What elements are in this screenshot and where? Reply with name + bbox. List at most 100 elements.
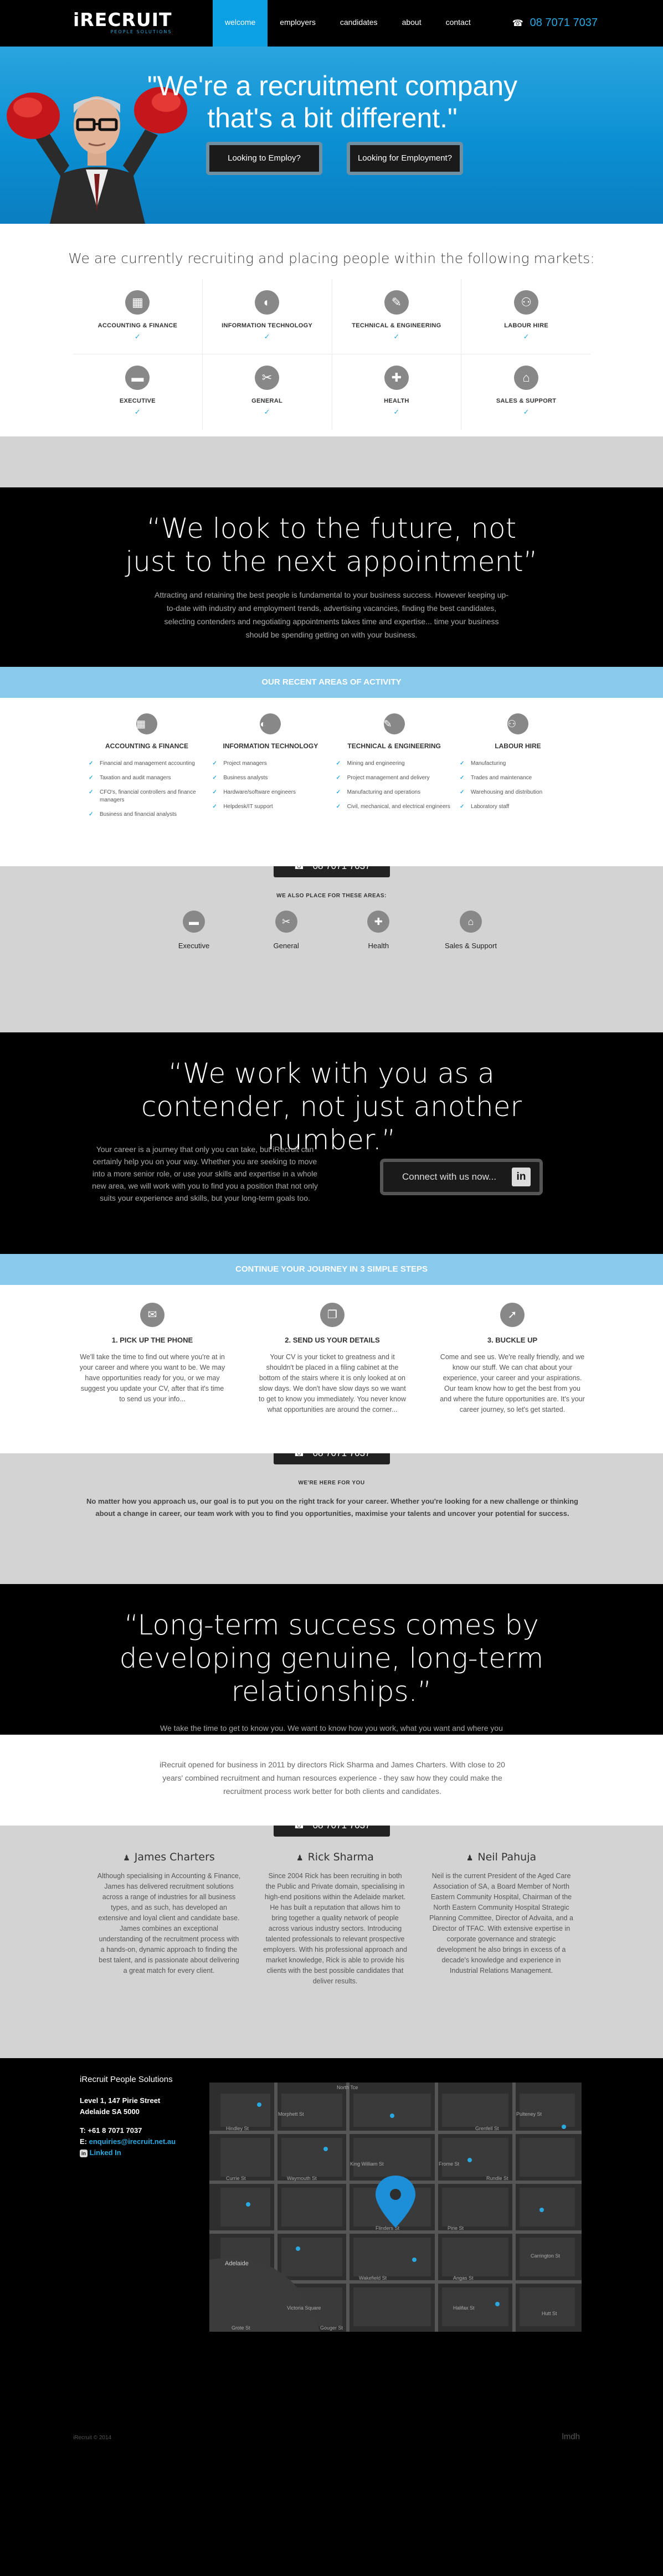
footer-linkedin-link[interactable]: Linked In (90, 2148, 121, 2157)
map-label: Pulteney St (516, 2111, 542, 2117)
map-label: Hutt St (542, 2311, 557, 2316)
area-column-accounting: ▦ ACCOUNTING & FINANCE Financial and man… (89, 713, 205, 825)
also-label: General (273, 942, 299, 950)
nav-employers[interactable]: employers (268, 0, 328, 47)
steps-section: ✉ 1. PICK UP THE PHONE We'll take the time… (0, 1285, 663, 1453)
area-item: Hardware/software engineers (212, 789, 328, 796)
nav-candidates[interactable]: candidates (328, 0, 390, 47)
map-label: North Tce (337, 2085, 358, 2090)
nav-welcome[interactable]: welcome (213, 0, 268, 47)
company-name: iRecruit People Solutions (80, 2075, 173, 2084)
markets-heading: We are currently recruiting and placing … (68, 250, 595, 266)
step-text: Come and see us. We're really friendly, … (440, 1353, 585, 1413)
connect-linkedin-button[interactable]: Connect with us now... in (380, 1159, 543, 1195)
person-icon: ♟ (123, 1854, 130, 1863)
footer-phone[interactable]: T: +61 8 7071 7037 (80, 2125, 176, 2136)
area-item: Civil, mechanical, and electrical engine… (336, 803, 453, 811)
area-item: Business analysts (212, 774, 328, 782)
mouse-icon: ◐ (260, 713, 281, 734)
area-column-title: LABOUR HIRE (495, 742, 541, 750)
footer-email-link[interactable]: enquiries@irecruit.net.au (89, 2137, 176, 2146)
map-label: Rundle St (486, 2176, 508, 2181)
also-executive[interactable]: ▬ Executive (161, 911, 227, 950)
market-label: INFORMATION TECHNOLOGY (222, 322, 313, 329)
phone-number: 08 7071 7037 (313, 1826, 371, 1831)
phone-button[interactable]: ☎ 08 7071 7037 (274, 1453, 390, 1464)
team-member-neil: ♟ Neil Pahuja Neil is the current Presiden… (429, 1851, 573, 1987)
address-line-1: Level 1, 147 Pirie Street (80, 2096, 161, 2105)
market-information-technology[interactable]: ◐ INFORMATION TECHNOLOGY ✓ (202, 279, 332, 354)
step-title: 1. PICK UP THE PHONE (111, 1336, 193, 1344)
person-icon: ♟ (296, 1854, 304, 1863)
hero-title: "We're a recruitment company that's a bi… (147, 70, 518, 133)
markets-section: We are currently recruiting and placing … (0, 224, 663, 436)
rocket-icon: ➚ (500, 1303, 525, 1327)
markets-grid: ▦ ACCOUNTING & FINANCE ✓ ◐ INFORMATION TECH… (73, 279, 591, 430)
check-icon: ✓ (393, 332, 400, 341)
looking-to-employ-button[interactable]: Looking to Employ? (206, 142, 322, 175)
phone-button[interactable]: ☎ 08 7071 7037 (274, 866, 390, 877)
map-graphic: North Tce Rundle St Grenfell St Pirie St… (209, 2083, 582, 2332)
map-label: Angas St (453, 2275, 474, 2281)
logo-text: iRECRUIT (73, 9, 172, 30)
market-general[interactable]: ✂ GENERAL ✓ (203, 354, 332, 430)
connect-label: Connect with us now... (402, 1171, 497, 1182)
check-icon: ✓ (264, 408, 270, 416)
looking-for-employment-button[interactable]: Looking for Employment? (347, 142, 463, 175)
team-member-rick: ♟ Rick Sharma Since 2004 Rick has been rec… (263, 1851, 407, 1987)
check-icon: ✓ (393, 408, 400, 416)
market-health[interactable]: ✚ HEALTH ✓ (332, 354, 462, 430)
also-place-heading: WE ALSO PLACE FOR THESE AREAS: (276, 893, 387, 899)
member-name: James Charters (134, 1851, 215, 1863)
also-health[interactable]: ✚ Health (345, 911, 412, 950)
logo[interactable]: iRECRUIT PEOPLE SOLUTIONS (73, 9, 172, 34)
house-icon: ⌂ (514, 366, 539, 390)
calculator-icon: ▦ (136, 713, 157, 734)
area-item: Financial and management accounting (89, 760, 205, 768)
phone-icon: ☎ (512, 18, 523, 28)
step-text: Your CV is your ticket to greatness and … (259, 1353, 406, 1413)
market-executive[interactable]: ▬ EXECUTIVE ✓ (73, 354, 203, 430)
phone-number: 08 7071 7037 (313, 866, 371, 872)
area-item: Mining and engineering (336, 760, 453, 768)
market-label: LABOUR HIRE (504, 322, 548, 329)
map-label: Gouger St (320, 2325, 343, 2331)
check-icon: ✓ (523, 408, 530, 416)
here-heading: WE'RE HERE FOR YOU (298, 1480, 365, 1486)
market-technical-engineering[interactable]: ✎ TECHNICAL & ENGINEERING ✓ (332, 279, 462, 354)
area-item: Taxation and audit managers (89, 774, 205, 782)
speech-bubble-icon: ✉ (140, 1303, 165, 1327)
person-icon: ♟ (466, 1854, 474, 1863)
market-labour-hire[interactable]: ⚇ LABOUR HIRE ✓ (461, 279, 591, 354)
linkedin-icon: in (512, 1168, 531, 1186)
tools-icon: ✂ (275, 911, 297, 933)
step-text: We'll take the time to find out where yo… (79, 1353, 225, 1403)
also-general[interactable]: ✂ General (253, 911, 320, 950)
phone-button[interactable]: ☎ 08 7071 7037 (274, 1826, 390, 1837)
market-accounting-finance[interactable]: ▦ ACCOUNTING & FINANCE ✓ (73, 279, 203, 354)
area-item: Project managers (212, 760, 328, 768)
location-map[interactable]: North Tce Rundle St Grenfell St Pirie St… (209, 2083, 582, 2332)
header-phone[interactable]: ☎ 08 7071 7037 (512, 17, 598, 29)
also-sales-support[interactable]: ⌂ Sales & Support (438, 911, 504, 950)
copyright: iRecruit © 2014 (73, 2435, 112, 2441)
recent-areas-section: ▦ ACCOUNTING & FINANCE Financial and man… (0, 698, 663, 866)
designer-credit[interactable]: lmdh (562, 2432, 580, 2441)
nav-about[interactable]: about (390, 0, 434, 47)
phone-number: 08 7071 7037 (313, 1453, 371, 1459)
step-title: 2. SEND US YOUR DETAILS (285, 1336, 380, 1344)
nav-contact[interactable]: contact (434, 0, 483, 47)
relationships-quote-title: “Long-term success comes by developing g… (119, 1609, 544, 1708)
market-sales-support[interactable]: ⌂ SALES & SUPPORT ✓ (461, 354, 591, 430)
map-label: Adelaide (225, 2260, 249, 2267)
also-place-section: ☎ 08 7071 7037 WE ALSO PLACE FOR THESE AR… (0, 866, 663, 1032)
documents-icon: ❐ (320, 1303, 345, 1327)
check-icon: ✓ (134, 332, 141, 341)
address-line-2: Adelaide SA 5000 (80, 2107, 140, 2116)
check-icon: ✓ (264, 332, 270, 341)
phone-icon: ☎ (293, 1826, 305, 1831)
map-label: Wakefield St (359, 2275, 387, 2281)
map-label: Waymouth St (287, 2176, 317, 2181)
area-item: Manufacturing (460, 760, 576, 768)
market-label: ACCOUNTING & FINANCE (97, 322, 178, 329)
